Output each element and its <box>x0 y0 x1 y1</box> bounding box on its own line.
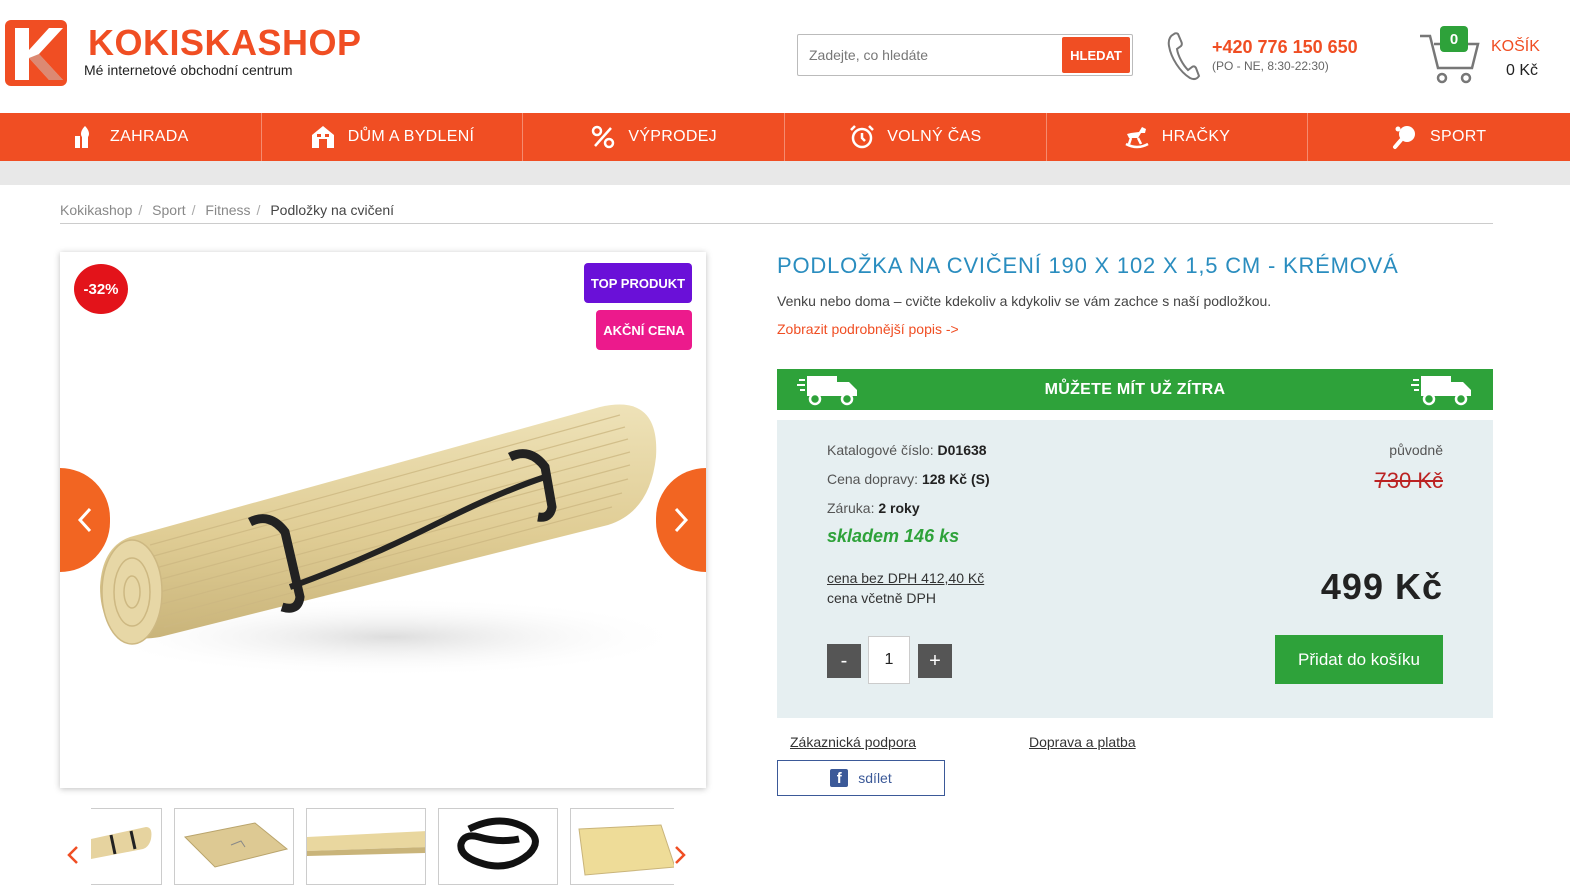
thumbnail-5[interactable] <box>570 808 674 885</box>
truck-icon <box>797 376 857 406</box>
breadcrumb-item-sport[interactable]: Sport <box>152 202 185 218</box>
breadcrumb-item-current: Podložky na cvičení <box>270 202 395 218</box>
site-header: KOKISKASHOP Mé internetové obchodní cent… <box>0 0 1570 113</box>
current-price: 499 Kč <box>1320 566 1443 607</box>
breadcrumb-separator: / <box>191 202 196 218</box>
add-to-cart-button[interactable]: Přidat do košíku <box>1275 635 1443 684</box>
quantity-increase-button[interactable]: + <box>918 644 952 678</box>
shipping-payment-link[interactable]: Doprava a platba <box>1029 734 1136 750</box>
phone-icon <box>1167 32 1201 81</box>
shipping-price-row: Cena dopravy: 128 Kč (S) <box>827 471 990 487</box>
quantity-decrease-button[interactable]: - <box>827 644 861 678</box>
brand-tagline: Mé internetové obchodní centrum <box>84 62 293 78</box>
breadcrumb-separator: / <box>138 202 143 218</box>
thumbs-next-button[interactable] <box>670 840 690 870</box>
customer-support-link[interactable]: Zákaznická podpora <box>790 734 916 750</box>
breadcrumb-separator: / <box>256 202 261 218</box>
warranty-value: 2 roky <box>878 500 920 516</box>
facebook-icon: f <box>830 769 849 787</box>
delivery-banner-text: MŮŽETE MÍT UŽ ZÍTRA <box>1044 380 1226 398</box>
delivery-banner: MŮŽETE MÍT UŽ ZÍTRA <box>777 369 1493 410</box>
percent-icon <box>592 125 615 149</box>
chevron-left-icon <box>77 507 92 533</box>
cart-amount: 0 Kč <box>1506 62 1539 79</box>
ping-pong-icon <box>1393 126 1416 149</box>
phone-hours: (PO - NE, 8:30-22:30) <box>1212 59 1329 73</box>
thumbnail-image <box>183 822 289 868</box>
top-product-badge: TOP PRODUKT <box>584 263 692 303</box>
chevron-left-icon <box>67 846 78 864</box>
nav-item-dum-a-bydleni[interactable]: DŮM A BYDLENÍ <box>262 113 524 161</box>
nav-label: ZAHRADA <box>110 128 189 145</box>
stock-status: skladem 146 ks <box>827 526 960 546</box>
nav-label: VOLNÝ ČAS <box>887 128 982 145</box>
chevron-right-icon <box>675 846 686 864</box>
chevron-right-icon <box>674 507 689 533</box>
original-price-label: původně <box>1389 442 1443 458</box>
quantity-input[interactable] <box>868 636 910 684</box>
cart-count-badge[interactable]: 0 <box>1440 26 1468 52</box>
house-icon <box>311 126 334 148</box>
cart-label[interactable]: KOŠÍK <box>1491 38 1540 56</box>
sale-price-badge: AKČNÍ CENA <box>596 310 692 350</box>
product-gallery: -32% TOP PRODUKT AKČNÍ CENA <box>60 252 706 788</box>
product-title: PODLOŽKA NA CVIČENÍ 190 X 102 X 1,5 CM -… <box>777 253 1399 278</box>
thumbnail-image <box>307 831 425 856</box>
nav-item-volny-cas[interactable]: VOLNÝ ČAS <box>785 113 1047 161</box>
garden-icon <box>75 126 90 148</box>
thumbnail-4[interactable] <box>438 808 558 885</box>
more-description-link[interactable]: Zobrazit podrobnější popis -> <box>777 321 959 337</box>
phone-number[interactable]: +420 776 150 650 <box>1212 37 1358 58</box>
purchase-box: Katalogové číslo: D01638 Cena dopravy: 1… <box>777 420 1493 718</box>
price-with-vat-label: cena včetně DPH <box>827 590 936 606</box>
thumbs-prev-button[interactable] <box>63 840 83 870</box>
product-short-description: Venku nebo doma – cvičte kdekoliv a kdyk… <box>777 293 1272 309</box>
price-without-vat[interactable]: cena bez DPH 412,40 Kč <box>827 570 984 586</box>
search-box: HLEDAT <box>797 34 1133 76</box>
warranty-label: Záruka: <box>827 500 875 516</box>
logo-icon[interactable] <box>5 20 67 86</box>
catalog-value: D01638 <box>937 442 987 458</box>
brand-name[interactable]: KOKISKASHOP <box>88 22 362 64</box>
search-input[interactable] <box>798 35 1060 75</box>
main-nav: ZAHRADA DŮM A BYDLENÍ VÝPRODEJ VOLNÝ ČAS… <box>0 113 1570 161</box>
nav-label: SPORT <box>1430 128 1487 145</box>
breadcrumb-item-home[interactable]: Kokikashop <box>60 202 132 218</box>
breadcrumb: Kokikashop / Sport / Fitness / Podložky na … <box>60 202 1493 224</box>
nav-item-sport[interactable]: SPORT <box>1308 113 1570 161</box>
warranty-row: Záruka: 2 roky <box>827 500 920 516</box>
truck-icon <box>1411 376 1471 406</box>
nav-label: DŮM A BYDLENÍ <box>347 128 475 145</box>
thumbnail-image <box>91 827 152 859</box>
search-button[interactable]: HLEDAT <box>1062 37 1130 73</box>
thumbnail-3[interactable] <box>306 808 426 885</box>
nav-label: VÝPRODEJ <box>628 128 717 145</box>
discount-badge: -32% <box>74 264 128 314</box>
thumbnail-image <box>457 817 539 870</box>
nav-item-vyprodej[interactable]: VÝPRODEJ <box>523 113 786 161</box>
nav-item-zahrada[interactable]: ZAHRADA <box>0 113 262 161</box>
facebook-share-button[interactable]: f sdílet <box>777 760 945 796</box>
breadcrumb-item-fitness[interactable]: Fitness <box>205 202 250 218</box>
thumbnail-1[interactable] <box>91 808 162 885</box>
nav-label: HRAČKY <box>1161 128 1231 145</box>
rocking-horse-icon <box>1125 127 1149 149</box>
nav-item-hracky[interactable]: HRAČKY <box>1047 113 1309 161</box>
thumbnail-2[interactable] <box>174 808 294 885</box>
share-label: sdílet <box>858 770 892 786</box>
thumbnail-image <box>578 824 674 876</box>
original-price: 730 Kč <box>1374 468 1444 493</box>
catalog-label: Katalogové číslo: <box>827 442 934 458</box>
shipping-value: 128 Kč (S) <box>921 471 990 487</box>
catalog-number-row: Katalogové číslo: D01638 <box>827 442 987 458</box>
product-image[interactable] <box>60 307 706 737</box>
nav-bottom-strip <box>0 161 1570 185</box>
alarm-clock-icon <box>850 125 875 149</box>
shipping-label: Cena dopravy: <box>827 471 919 487</box>
